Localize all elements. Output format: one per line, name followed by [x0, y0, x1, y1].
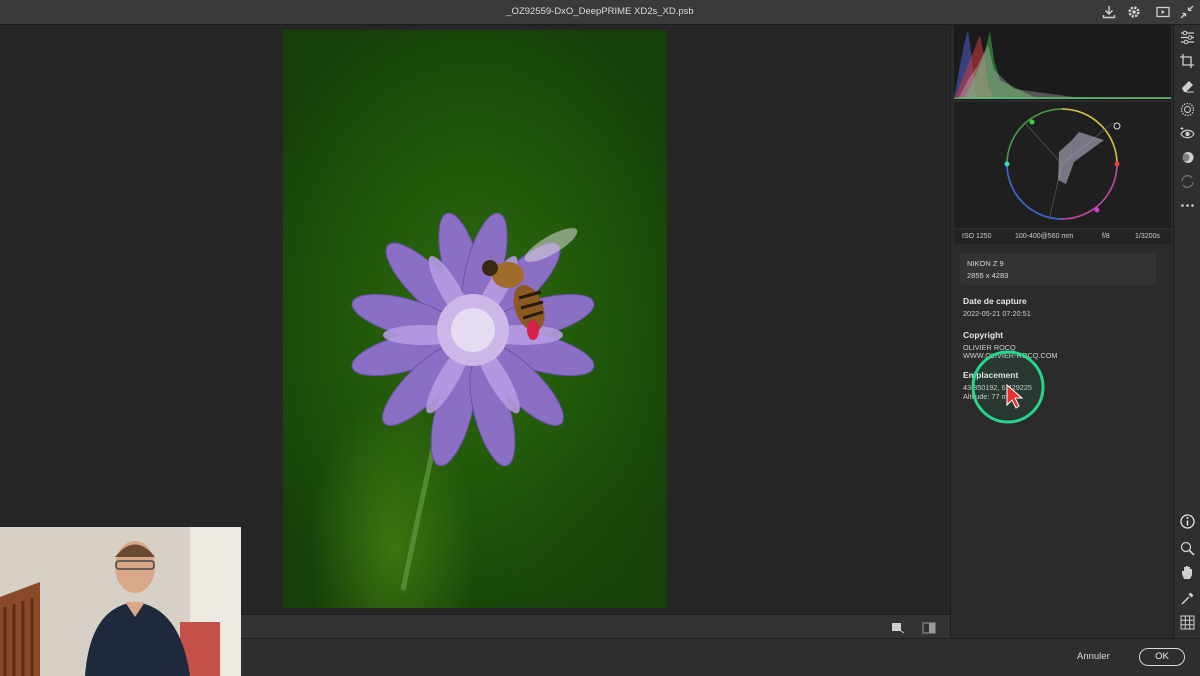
exif-iso: ISO 1250 [962, 233, 992, 240]
exif-bar: ISO 1250 100-400@560 mm f/8 1/3200s [954, 230, 1171, 244]
image-canvas[interactable] [0, 25, 950, 614]
exif-lens: 100-400@560 mm [1015, 233, 1074, 240]
capture-date-value: 2022-05-21 07:20:51 [963, 309, 1031, 318]
crop-icon[interactable] [1179, 53, 1196, 70]
radial-mask-icon[interactable] [1179, 101, 1196, 118]
grid-icon[interactable] [1179, 614, 1196, 631]
hand-icon[interactable] [1179, 564, 1196, 581]
copyright-label: Copyright [963, 330, 1004, 340]
exif-shutter: 1/3200s [1135, 233, 1160, 240]
eraser-icon[interactable] [1179, 77, 1196, 94]
zoom-icon[interactable] [1179, 540, 1196, 557]
ok-button[interactable]: OK [1139, 648, 1185, 666]
photo-preview[interactable] [283, 30, 667, 608]
webcam-overlay [0, 527, 241, 676]
red-eye-icon[interactable] [1179, 125, 1196, 142]
gear-icon[interactable] [1126, 4, 1142, 20]
eyedropper-icon[interactable] [1179, 590, 1196, 607]
more-icon[interactable] [1179, 197, 1196, 214]
color-presets-icon[interactable] [1179, 149, 1196, 166]
cancel-button[interactable]: Annuler [1077, 651, 1110, 662]
dialog-footer: Annuler OK [241, 638, 1200, 676]
collapse-icon[interactable] [1179, 4, 1195, 20]
camera-model: NIKON Z 9 [967, 259, 1004, 268]
split-view-icon[interactable] [922, 621, 936, 634]
play-icon[interactable] [1155, 4, 1171, 20]
vectorscope [954, 102, 1171, 228]
camera-info: NIKON Z 9 2855 x 4283 [960, 253, 1156, 285]
title-bar: _OZ92559-DxO_DeepPRIME XD2s_XD.psb [0, 0, 1200, 25]
cursor-highlight [971, 350, 1045, 424]
image-dimensions: 2855 x 4283 [967, 271, 1009, 280]
right-toolbar [1173, 25, 1200, 638]
info-panel: ISO 1250 100-400@560 mm f/8 1/3200s NIKO… [950, 25, 1173, 638]
exif-aperture: f/8 [1102, 233, 1110, 240]
document-title: _OZ92559-DxO_DeepPRIME XD2s_XD.psb [506, 6, 694, 17]
capture-date-label: Date de capture [963, 296, 1027, 306]
view-bar [241, 614, 950, 638]
histogram [954, 25, 1171, 100]
snapshot-icon[interactable] [1179, 173, 1196, 190]
info-icon[interactable] [1179, 513, 1196, 530]
download-icon[interactable] [1101, 4, 1117, 20]
sliders-icon[interactable] [1179, 29, 1196, 46]
single-view-icon[interactable] [891, 621, 905, 634]
